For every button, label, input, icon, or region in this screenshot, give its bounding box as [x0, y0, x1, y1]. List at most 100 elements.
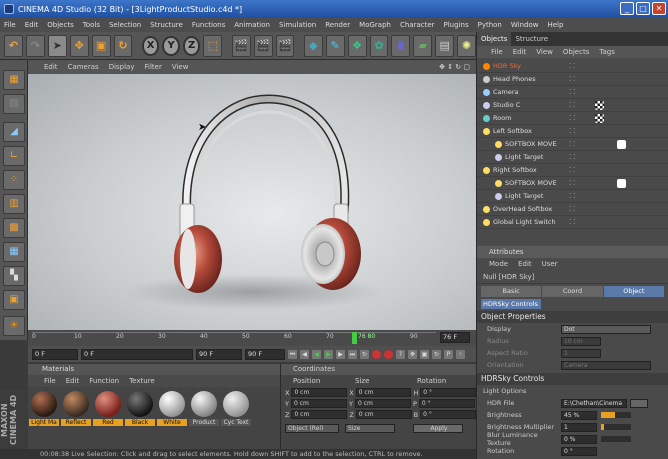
undo-icon[interactable]: ↶ — [4, 34, 23, 57]
object-row[interactable]: Light Target ⁚ ⁚ — [477, 190, 668, 203]
menu-window[interactable]: Window — [511, 21, 539, 29]
material-white[interactable]: White — [157, 391, 187, 426]
coordinate-system-icon[interactable]: ⬚ — [203, 34, 223, 57]
object-row[interactable]: Camera ⁚ ⁚ — [477, 86, 668, 99]
deformer-icon[interactable]: ⬮ — [391, 34, 411, 57]
subdivision-icon[interactable]: ❖ — [347, 34, 367, 57]
visibility-toggle-icon[interactable]: ⁚ ⁚ — [569, 127, 576, 135]
visibility-toggle-icon[interactable]: ⁚ ⁚ — [569, 101, 576, 109]
next-key-icon[interactable]: ▶ — [336, 349, 345, 359]
timeline-playhead[interactable] — [352, 332, 357, 344]
radius-field[interactable]: 10 cm — [561, 336, 601, 346]
object-row[interactable]: Left Softbox ⁚ ⁚ — [477, 125, 668, 138]
go-to-end-icon[interactable]: ⏭ — [348, 349, 357, 359]
visibility-toggle-icon[interactable]: ⁚ ⁚ — [569, 140, 576, 148]
maximize-button[interactable]: □ — [636, 2, 650, 15]
menu-structure[interactable]: Structure — [150, 21, 183, 29]
camera-icon[interactable]: ▤ — [435, 34, 455, 57]
material-product[interactable]: Product — [189, 391, 219, 426]
blur-luminance-field[interactable]: 0 % — [561, 434, 597, 444]
viewport-menu-cameras[interactable]: Cameras — [68, 63, 99, 71]
material-cyc-text[interactable]: Cyc Text — [221, 391, 251, 426]
key-param-icon[interactable]: P — [444, 349, 453, 359]
object-row[interactable]: Head Phones ⁚ ⁚ — [477, 73, 668, 86]
x-axis-lock-button[interactable]: X — [141, 35, 160, 56]
hdr-file-field[interactable]: E:\Chethan\Cinema — [561, 398, 627, 408]
target-tag-icon[interactable] — [617, 140, 626, 149]
menu-selection[interactable]: Selection — [109, 21, 141, 29]
objects-menu-file[interactable]: File — [491, 46, 503, 58]
menu-help[interactable]: Help — [547, 21, 563, 29]
materials-menu-file[interactable]: File — [44, 375, 56, 387]
material-tag-icon[interactable] — [595, 114, 604, 123]
visibility-toggle-icon[interactable]: ⁚ ⁚ — [569, 166, 576, 174]
visibility-toggle-icon[interactable]: ⁚ ⁚ — [569, 62, 576, 70]
viewport-menu-edit[interactable]: Edit — [44, 63, 58, 71]
object-row[interactable]: Studio C ⁚ ⁚ — [477, 99, 668, 112]
play-forward-icon[interactable]: ▶ — [324, 349, 333, 359]
end-frame-field[interactable]: 90 F — [245, 348, 285, 360]
viewport-menu-filter[interactable]: Filter — [145, 63, 162, 71]
position-x-field[interactable]: 0 cm — [291, 388, 348, 397]
attr-tab-object[interactable]: Object — [603, 286, 664, 297]
orientation-dropdown[interactable]: Camera — [561, 360, 651, 370]
visibility-toggle-icon[interactable]: ⁚ ⁚ — [569, 153, 576, 161]
object-row[interactable]: Room ⁚ ⁚ — [477, 112, 668, 125]
materials-menu-texture[interactable]: Texture — [129, 375, 155, 387]
hdrsky-controls-tab[interactable]: HDRSky Controls — [481, 299, 541, 309]
visibility-toggle-icon[interactable]: ⁚ ⁚ — [569, 75, 576, 83]
menu-python[interactable]: Python — [478, 21, 502, 29]
solo-icon[interactable]: ▚ — [3, 266, 25, 286]
tab-objects[interactable]: Objects — [477, 32, 512, 46]
axis-mode-icon[interactable]: ∟ — [3, 146, 25, 166]
key-rotation-icon[interactable]: ↻ — [432, 349, 441, 359]
menu-plugins[interactable]: Plugins — [444, 21, 469, 29]
menu-tools[interactable]: Tools — [83, 21, 100, 29]
render-picture-viewer-icon[interactable]: 🎬 — [253, 34, 273, 57]
preview-start-field[interactable]: 0 F — [81, 348, 193, 360]
object-row[interactable]: SOFTBOX MOVE ⁚ ⁚ — [477, 138, 668, 151]
y-axis-lock-button[interactable]: Y — [162, 35, 180, 56]
rotation-p-field[interactable]: 0 ° — [418, 399, 475, 408]
objects-menu-tags[interactable]: Tags — [599, 46, 615, 58]
visibility-toggle-icon[interactable]: ⁚ ⁚ — [569, 179, 576, 187]
key-scale-icon[interactable]: ▣ — [420, 349, 429, 359]
visibility-toggle-icon[interactable]: ⁚ ⁚ — [569, 192, 576, 200]
position-y-field[interactable]: 0 cm — [290, 399, 347, 408]
autokey-icon[interactable] — [384, 349, 393, 359]
visibility-toggle-icon[interactable]: ⁚ ⁚ — [569, 114, 576, 122]
material-reflect[interactable]: Reflect — [61, 391, 91, 426]
attr-tab-coord[interactable]: Coord — [542, 286, 603, 297]
position-z-field[interactable]: 0 cm — [291, 410, 348, 419]
make-editable-icon[interactable]: ▦ — [3, 70, 25, 90]
pen-spline-icon[interactable]: ✎ — [325, 34, 345, 57]
scene-floor-icon[interactable]: ▰ — [413, 34, 433, 57]
sculpt-icon[interactable]: ☀ — [3, 316, 25, 336]
brightness-field[interactable]: 45 % — [561, 410, 597, 420]
workplane-icon[interactable]: ▦ — [3, 242, 25, 262]
key-position-icon[interactable]: ✥ — [408, 349, 417, 359]
record-icon[interactable] — [372, 349, 381, 359]
menu-render[interactable]: Render — [325, 21, 350, 29]
render-settings-icon[interactable]: 🎬 — [275, 34, 295, 57]
rotation-field[interactable]: 0 ° — [561, 446, 597, 456]
brightness-multiplier-field[interactable]: 1 — [561, 422, 597, 432]
object-row[interactable]: Global Light Switch ⁚ ⁚ — [477, 216, 668, 229]
object-row[interactable]: Light Target ⁚ ⁚ — [477, 151, 668, 164]
menu-animation[interactable]: Animation — [234, 21, 270, 29]
brightness-slider[interactable] — [601, 412, 631, 418]
minimize-button[interactable]: _ — [620, 2, 634, 15]
array-icon[interactable]: ✿ — [369, 34, 389, 57]
materials-menu-edit[interactable]: Edit — [66, 375, 80, 387]
display-dropdown[interactable]: Dot — [561, 324, 651, 334]
move-icon[interactable]: ✥ — [69, 34, 89, 57]
3d-viewport[interactable]: ➤ — [28, 74, 476, 330]
viewport-nav-icons[interactable]: ✥ ⇕ ↻ ▢ — [439, 63, 470, 71]
menu-mograph[interactable]: MoGraph — [359, 21, 391, 29]
menu-edit[interactable]: Edit — [25, 21, 39, 29]
menu-simulation[interactable]: Simulation — [279, 21, 316, 29]
target-tag-icon[interactable] — [617, 179, 626, 188]
snap-icon[interactable]: ▣ — [3, 290, 25, 310]
preview-end-field[interactable]: 90 F — [196, 348, 242, 360]
material-black[interactable]: Black — [125, 391, 155, 426]
